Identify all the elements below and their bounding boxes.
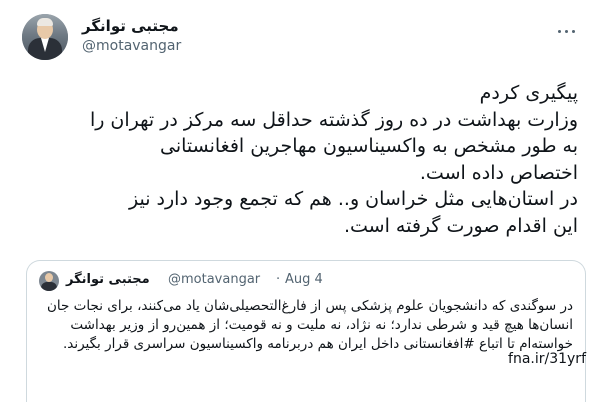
quoted-tweet-link[interactable]: fna.ir/31yrf bbox=[12, 351, 586, 367]
quoted-separator: · bbox=[276, 272, 281, 287]
author-avatar[interactable] bbox=[22, 14, 68, 60]
quoted-author-avatar bbox=[39, 271, 59, 291]
author-name[interactable]: مجتبی توانگر bbox=[82, 17, 179, 35]
tweet-header: مجتبی توانگر @motavangar bbox=[22, 14, 588, 60]
quoted-author-name: مجتبی توانگر bbox=[66, 272, 150, 287]
quoted-tweet-text: در سوگندی که دانشجویان علوم پزشکی پس از … bbox=[47, 298, 573, 352]
tweet-text: پیگیری کردم وزارت بهداشت در ده روز گذشته… bbox=[89, 82, 578, 237]
quoted-author-handle: @motavangar bbox=[168, 272, 261, 287]
quoted-tweet-header: مجتبی توانگر @motavangar · Aug 4 bbox=[39, 271, 575, 291]
quoted-tweet-date[interactable]: Aug 4 bbox=[285, 272, 323, 287]
quoted-tweet[interactable]: مجتبی توانگر @motavangar · Aug 4 در سوگن… bbox=[26, 260, 586, 402]
more-options-icon[interactable] bbox=[556, 20, 578, 42]
author-handle[interactable]: @motavangar bbox=[82, 38, 181, 54]
